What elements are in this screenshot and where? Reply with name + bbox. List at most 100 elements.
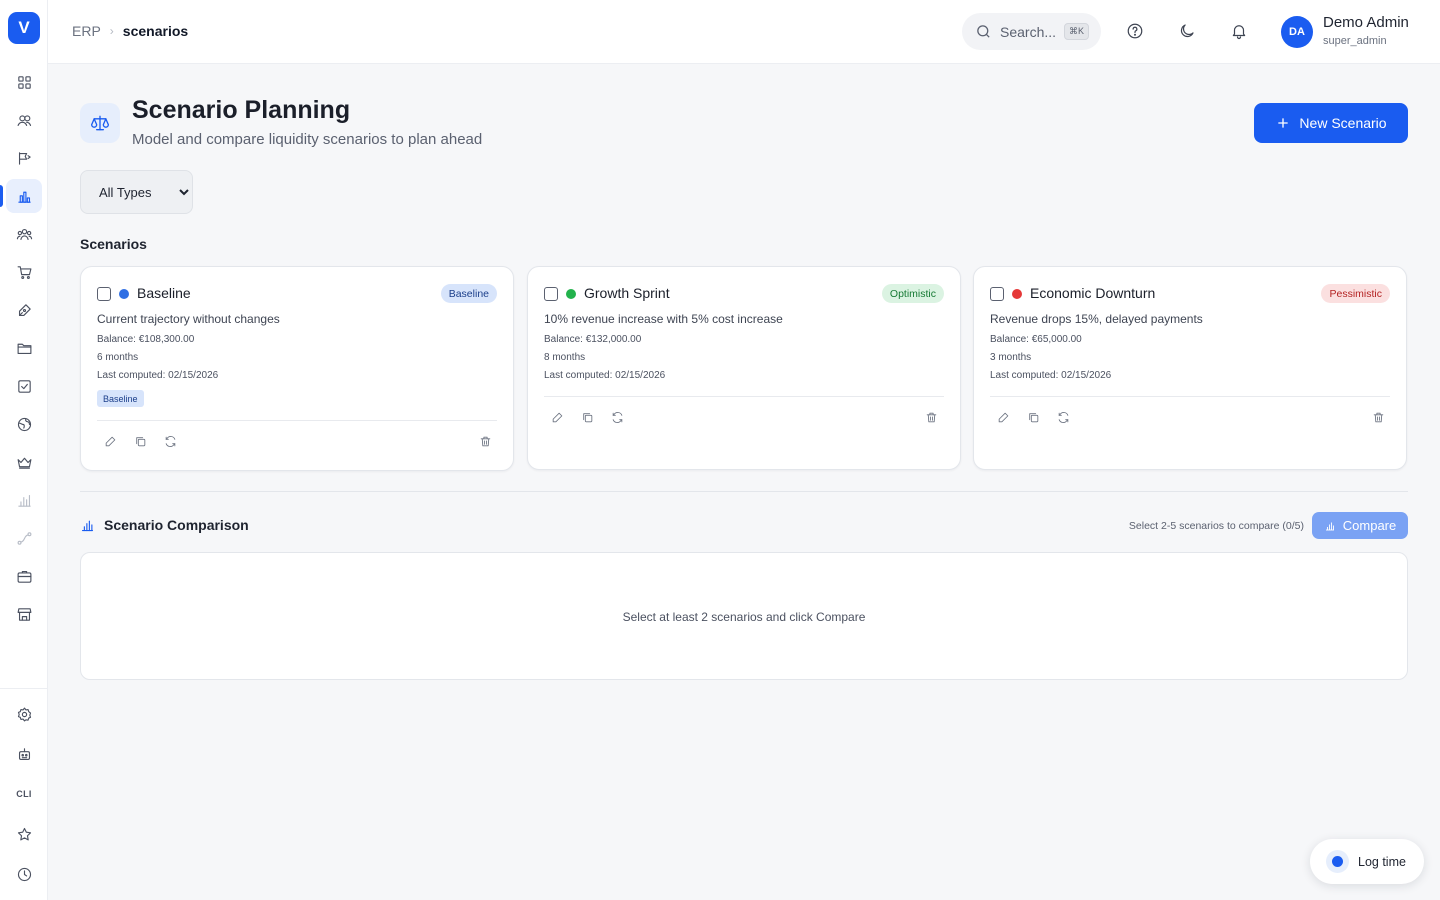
scenario-card-economic-downturn[interactable]: Economic Downturn Pessimistic Revenue dr… <box>973 266 1407 470</box>
breadcrumb: ERP › scenarios <box>72 23 188 39</box>
folder-icon[interactable] <box>6 331 42 365</box>
search-icon <box>977 25 990 38</box>
scenario-name[interactable]: Baseline <box>137 285 191 301</box>
scenario-name[interactable]: Economic Downturn <box>1030 285 1155 301</box>
delete-icon[interactable] <box>1368 407 1388 427</box>
scenario-duration: 8 months <box>544 352 586 363</box>
campaigns-icon[interactable] <box>6 141 42 175</box>
search-placeholder: Search... <box>1000 23 1057 40</box>
duplicate-icon[interactable] <box>130 431 150 451</box>
delete-icon[interactable] <box>921 407 941 427</box>
scenario-description: 10% revenue increase with 5% cost increa… <box>544 312 783 326</box>
dashboard-icon[interactable] <box>6 65 42 99</box>
timer-icon <box>1326 850 1349 873</box>
card-divider <box>990 396 1390 397</box>
scenario-type-badge: Pessimistic <box>1321 284 1390 303</box>
scenario-last-computed: Last computed: 02/15/2026 <box>990 370 1112 381</box>
user-name[interactable]: Demo Admin <box>1323 14 1409 31</box>
scenario-duration: 3 months <box>990 352 1032 363</box>
analytics-icon[interactable] <box>6 483 42 517</box>
crown-icon[interactable] <box>6 445 42 479</box>
log-time-button[interactable]: Log time <box>1310 839 1424 884</box>
scenario-color-dot <box>119 289 129 299</box>
breadcrumb-root[interactable]: ERP <box>72 23 101 39</box>
scenario-card-growth-sprint[interactable]: Growth Sprint Optimistic 10% revenue inc… <box>527 266 961 470</box>
card-divider <box>97 420 497 421</box>
page-title: Scenario Planning <box>132 96 351 124</box>
new-scenario-label: New Scenario <box>1299 115 1387 131</box>
comparison-empty-state: Select at least 2 scenarios and click Co… <box>622 610 866 624</box>
compare-chart-icon <box>1325 522 1334 530</box>
cart-icon[interactable] <box>6 255 42 289</box>
tasks-icon[interactable] <box>6 369 42 403</box>
chart-icon <box>80 518 96 534</box>
duplicate-icon[interactable] <box>577 407 597 427</box>
scenario-last-computed: Last computed: 02/15/2026 <box>97 370 219 381</box>
scenario-name[interactable]: Growth Sprint <box>584 285 670 301</box>
recompute-icon[interactable] <box>1053 407 1073 427</box>
globe-icon[interactable] <box>6 407 42 441</box>
scenario-checkbox[interactable] <box>544 287 558 301</box>
page-subtitle: Model and compare liquidity scenarios to… <box>132 131 483 148</box>
scenario-checkbox[interactable] <box>97 287 111 301</box>
finance-icon[interactable] <box>6 179 42 213</box>
avatar[interactable]: DA <box>1281 16 1313 48</box>
app-logo[interactable]: V <box>8 12 40 44</box>
briefcase-icon[interactable] <box>6 559 42 593</box>
scenario-balance: Balance: €108,300.00 <box>97 334 195 345</box>
store-icon[interactable] <box>6 597 42 631</box>
cli-button[interactable]: CLI <box>6 777 42 811</box>
scenario-balance: Balance: €132,000.00 <box>544 334 642 345</box>
pen-icon[interactable] <box>6 293 42 327</box>
contacts-icon[interactable] <box>6 103 42 137</box>
log-time-label: Log time <box>1358 854 1406 869</box>
help-icon[interactable] <box>1124 20 1146 42</box>
new-scenario-button[interactable]: New Scenario <box>1254 103 1408 143</box>
scenario-description: Revenue drops 15%, delayed payments <box>990 312 1203 326</box>
scenario-balance: Balance: €65,000.00 <box>990 334 1082 345</box>
scenario-last-computed: Last computed: 02/15/2026 <box>544 370 666 381</box>
cli-label: CLI <box>16 789 32 799</box>
scenario-card-baseline[interactable]: Baseline Baseline Current trajectory wit… <box>80 266 514 471</box>
scenario-checkbox[interactable] <box>990 287 1004 301</box>
compare-label: Compare <box>1342 518 1397 533</box>
team-icon[interactable] <box>6 217 42 251</box>
duplicate-icon[interactable] <box>1023 407 1043 427</box>
edit-icon[interactable] <box>993 407 1013 427</box>
workflow-icon[interactable] <box>6 521 42 555</box>
scenario-type-badge: Optimistic <box>881 284 944 303</box>
card-divider <box>544 396 944 397</box>
type-filter-select[interactable]: All Types <box>80 170 193 214</box>
plus-icon <box>1278 118 1289 128</box>
breadcrumb-current: scenarios <box>122 23 189 39</box>
baseline-tag: Baseline <box>97 390 144 407</box>
recompute-icon[interactable] <box>607 407 627 427</box>
edit-icon[interactable] <box>547 407 567 427</box>
scenario-color-dot <box>1012 289 1022 299</box>
comparison-hint: Select 2-5 scenarios to compare (0/5) <box>1128 520 1304 532</box>
scenario-duration: 6 months <box>97 352 139 363</box>
search-box[interactable]: Search... ⌘K <box>962 13 1101 50</box>
settings-icon[interactable] <box>6 697 42 731</box>
recompute-icon[interactable] <box>160 431 180 451</box>
user-role: super_admin <box>1323 35 1387 47</box>
dark-mode-icon[interactable] <box>1176 20 1198 42</box>
star-icon[interactable] <box>6 817 42 851</box>
compare-button[interactable]: Compare <box>1312 512 1408 539</box>
top-header: ERP › scenarios Search... ⌘K DA Demo Adm… <box>48 0 1440 64</box>
section-divider <box>80 491 1408 492</box>
scenario-description: Current trajectory without changes <box>97 312 280 326</box>
delete-icon[interactable] <box>475 431 495 451</box>
scenarios-heading: Scenarios <box>80 236 147 252</box>
edit-icon[interactable] <box>100 431 120 451</box>
clock-icon[interactable] <box>6 857 42 891</box>
comparison-title: Scenario Comparison <box>104 517 249 533</box>
active-indicator <box>0 185 3 207</box>
scenario-type-badge: Baseline <box>440 284 497 303</box>
bot-icon[interactable] <box>6 737 42 771</box>
scales-icon <box>80 103 120 143</box>
scenario-color-dot <box>566 289 576 299</box>
sidebar-divider <box>0 688 47 689</box>
bell-icon[interactable] <box>1228 20 1250 42</box>
search-shortcut: ⌘K <box>1064 23 1090 40</box>
